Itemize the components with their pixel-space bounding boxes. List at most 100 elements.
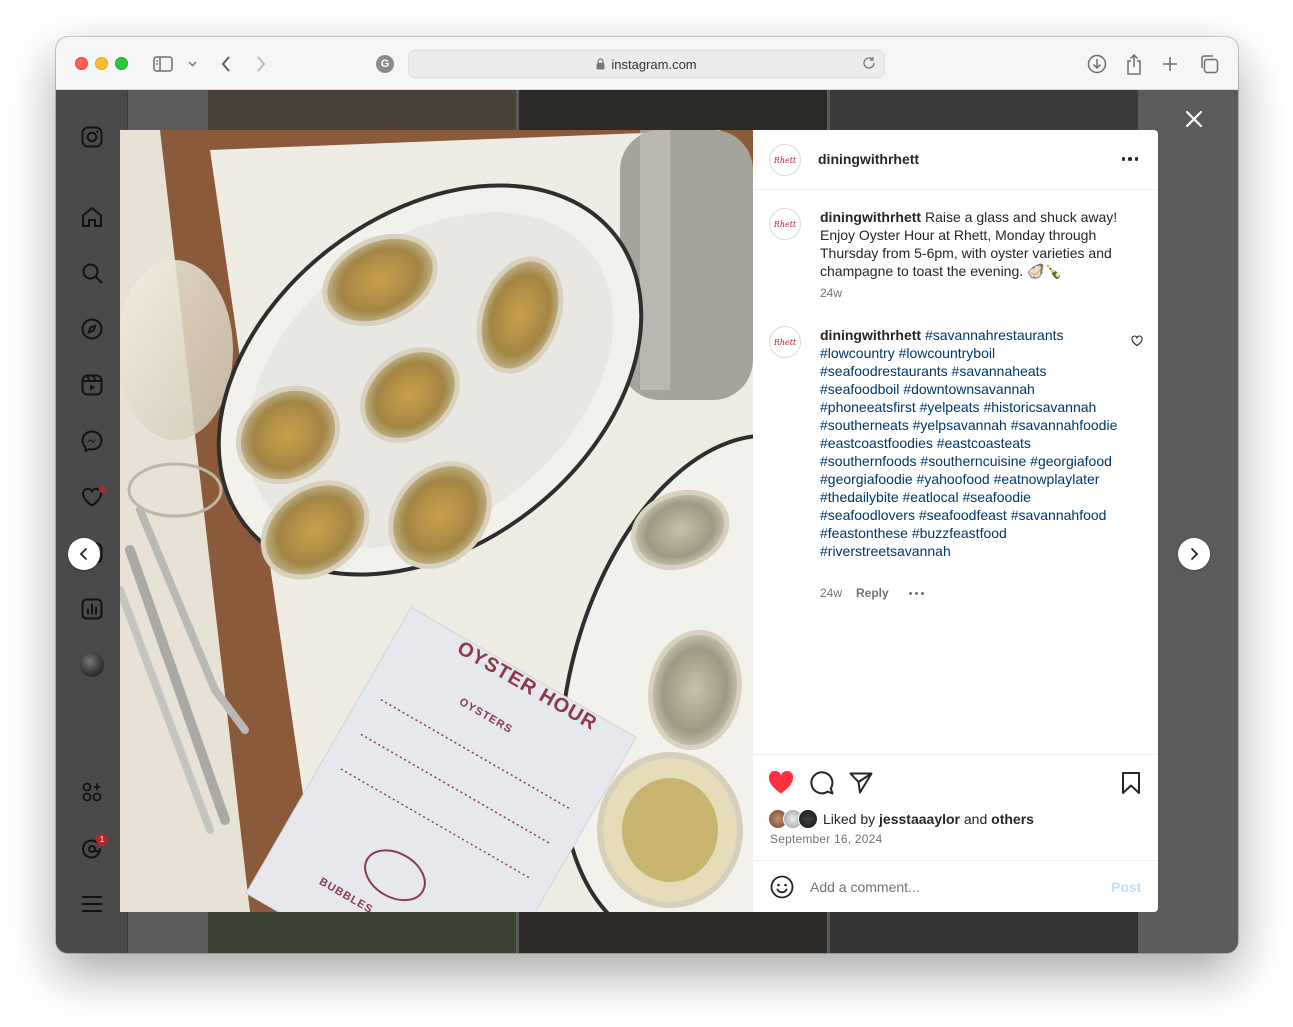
post-details-panel: Rhett diningwithrhett Rhett diningwithrh…	[753, 130, 1158, 912]
background-post-tile	[208, 912, 516, 953]
hashtag-link[interactable]: #georgiafoodie	[820, 471, 913, 487]
site-favicon-icon[interactable]: G	[376, 55, 394, 73]
hashtag-link[interactable]: #savannahfoodie	[1011, 417, 1118, 433]
emoji-icon[interactable]	[770, 875, 794, 904]
hashtag-link[interactable]: #feastonthese	[820, 525, 908, 541]
oyster-photo-illustration	[120, 130, 753, 912]
liker-avatar[interactable]	[798, 809, 818, 829]
lock-icon	[596, 58, 605, 70]
add-comment-input[interactable]: Add a comment...	[810, 879, 920, 895]
caption: diningwithrhett Raise a glass and shuck …	[820, 208, 1126, 280]
close-window-button[interactable]	[75, 57, 88, 70]
hashtag-link[interactable]: #eastcoasteats	[937, 435, 1031, 451]
post-author-avatar[interactable]: Rhett	[769, 144, 801, 176]
hashtag-link[interactable]: #eastcoastfoodies	[820, 435, 933, 451]
tab-overview-icon[interactable]	[1198, 53, 1220, 75]
comment-more-icon[interactable]	[909, 586, 924, 600]
caption-username[interactable]: diningwithrhett	[820, 209, 921, 225]
page-content: 1 OYSTER HOUR OYSTERS BUBBLES Rhett dini…	[56, 90, 1238, 953]
hashtag-link[interactable]: #phoneeatsfirst	[820, 399, 916, 415]
comment-username[interactable]: diningwithrhett	[820, 327, 921, 343]
hashtag-link[interactable]: #lowcountryboil	[899, 345, 996, 361]
liked-by-prefix: Liked by	[823, 811, 876, 827]
hashtag-link[interactable]: #seafoodfeast	[919, 507, 1007, 523]
hashtag-link[interactable]: #southerneats	[820, 417, 909, 433]
hashtag-link[interactable]: #savannahfood	[1011, 507, 1107, 523]
address-bar[interactable]: instagram.com	[408, 50, 885, 78]
hashtag-link[interactable]: #seafoodrestaurants	[820, 363, 948, 379]
caption-time: 24w	[820, 286, 843, 300]
liked-by-and: and	[963, 811, 988, 827]
like-heart-icon[interactable]	[767, 769, 795, 797]
post-comment-button[interactable]: Post	[1111, 879, 1141, 895]
messenger-icon[interactable]	[80, 429, 104, 453]
caption-avatar[interactable]: Rhett	[769, 208, 801, 240]
reload-icon[interactable]	[862, 56, 876, 73]
hashtag-link[interactable]: #yelpsavannah	[913, 417, 1007, 433]
sidebar-toggle-icon[interactable]	[152, 53, 174, 75]
downloads-icon[interactable]	[1086, 53, 1108, 75]
hashtag-link[interactable]: #southerncuisine	[920, 453, 1026, 469]
instagram-logo-icon[interactable]	[80, 125, 104, 149]
hashtag-link[interactable]: #seafoodboil	[820, 381, 899, 397]
hashtag-link[interactable]: #historicsavannah	[983, 399, 1096, 415]
previous-post-button[interactable]	[68, 538, 100, 570]
comment-icon[interactable]	[808, 769, 836, 797]
bookmark-icon[interactable]	[1117, 769, 1145, 797]
liked-by-user[interactable]: jesstaaaylor	[879, 811, 960, 827]
post-header: Rhett diningwithrhett	[753, 130, 1158, 190]
liked-by-text: Liked by jesstaaaylor and others	[823, 811, 1034, 827]
dashboard-icon[interactable]	[80, 597, 104, 621]
hashtag-link[interactable]: #savannaheats	[952, 363, 1047, 379]
minimize-window-button[interactable]	[95, 57, 108, 70]
hashtag-link[interactable]: #downtownsavannah	[903, 381, 1035, 397]
new-tab-icon[interactable]	[1160, 53, 1180, 75]
post-photo: OYSTER HOUR OYSTERS BUBBLES	[120, 130, 753, 912]
post-date: September 16, 2024	[770, 832, 883, 846]
like-comment-heart-icon[interactable]	[1131, 334, 1143, 352]
hashtag-comment: diningwithrhett #savannahrestaurants #lo…	[820, 326, 1126, 560]
more-options-icon[interactable]	[1117, 149, 1143, 169]
menu-icon[interactable]	[80, 892, 104, 916]
close-icon[interactable]	[1182, 107, 1206, 131]
hashtag-link[interactable]: #thedailybite	[820, 489, 899, 505]
hashtag-link[interactable]: #buzzfeastfood	[912, 525, 1007, 541]
hashtag-link[interactable]: #georgiafood	[1030, 453, 1112, 469]
forward-arrow-icon[interactable]	[253, 53, 269, 75]
hashtag-link[interactable]: #eatlocal	[903, 489, 959, 505]
hashtag-link[interactable]: #savannahrestaurants	[925, 327, 1064, 343]
hashtag-link[interactable]: #seafoodlovers	[820, 507, 915, 523]
share-icon[interactable]	[1124, 53, 1144, 75]
hashtag-link[interactable]: #seafoodie	[962, 489, 1031, 505]
comment-avatar[interactable]: Rhett	[769, 326, 801, 358]
url-text: instagram.com	[611, 56, 697, 72]
background-post-tile	[519, 912, 827, 953]
background-post-tile	[830, 912, 1138, 953]
add-comment-bar: Add a comment... Post	[753, 860, 1158, 912]
share-send-icon[interactable]	[847, 769, 875, 797]
post-actions: Liked by jesstaaaylor and others Septemb…	[753, 754, 1158, 861]
liked-by-others[interactable]: others	[991, 811, 1034, 827]
profile-avatar[interactable]	[80, 653, 104, 677]
explore-icon[interactable]	[80, 317, 104, 341]
hashtag-link[interactable]: #yelpeats	[920, 399, 980, 415]
browser-toolbar: G instagram.com	[56, 37, 1238, 90]
hashtag-link[interactable]: #riverstreetsavannah	[820, 543, 951, 559]
chevron-down-icon[interactable]	[186, 53, 198, 75]
search-icon[interactable]	[80, 261, 104, 285]
background-post-tile	[519, 90, 827, 130]
back-arrow-icon[interactable]	[218, 53, 234, 75]
reels-icon[interactable]	[80, 373, 104, 397]
hashtag-link[interactable]: #southernfoods	[820, 453, 917, 469]
hashtag-link[interactable]: #lowcountry	[820, 345, 895, 361]
post-author-username[interactable]: diningwithrhett	[818, 151, 919, 167]
hashtag-link[interactable]: #eatnowplaylater	[994, 471, 1100, 487]
reply-button[interactable]: Reply	[856, 586, 889, 600]
instagram-sidebar: 1	[56, 90, 128, 953]
apps-icon[interactable]	[80, 780, 104, 804]
home-icon[interactable]	[80, 205, 104, 229]
hashtag-link[interactable]: #yahoofood	[917, 471, 990, 487]
comment-time: 24w	[820, 586, 843, 600]
zoom-window-button[interactable]	[115, 57, 128, 70]
next-post-button[interactable]	[1178, 538, 1210, 570]
